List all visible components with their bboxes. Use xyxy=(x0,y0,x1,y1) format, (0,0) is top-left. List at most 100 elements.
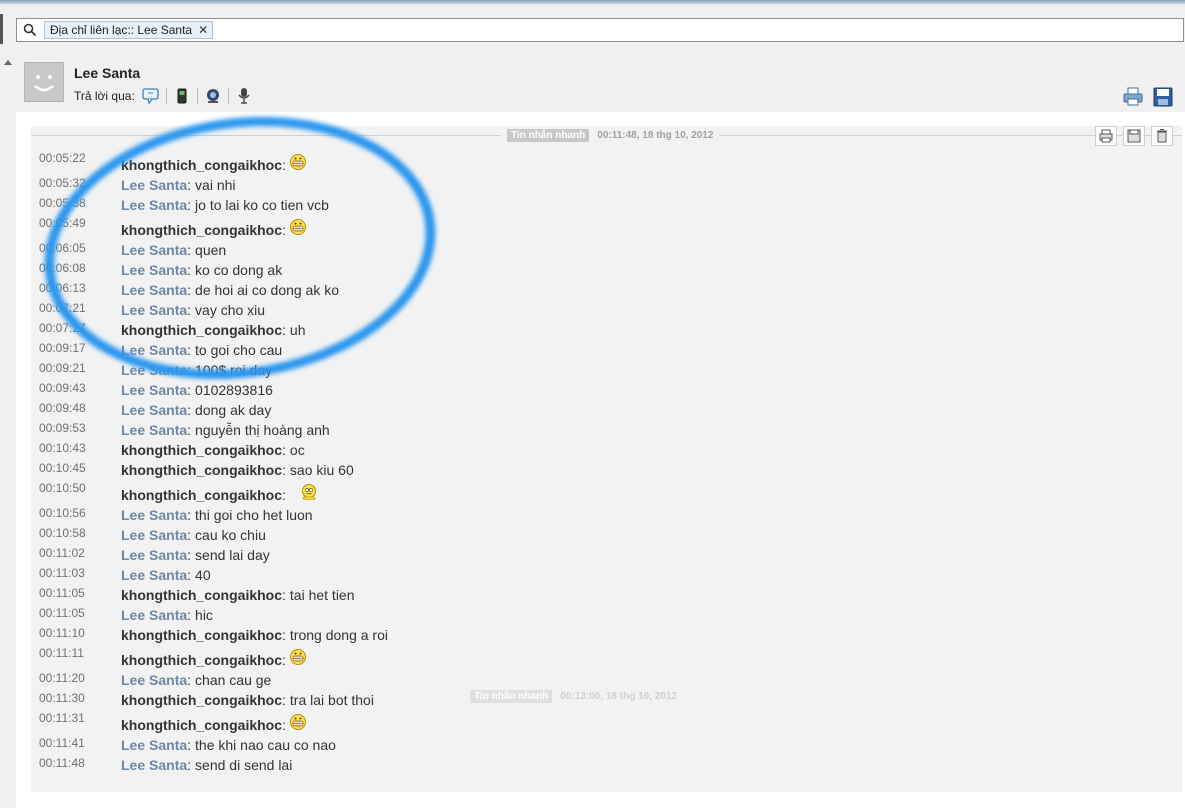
message-sender: Lee Santa xyxy=(121,527,188,543)
session-delete-button[interactable] xyxy=(1151,126,1173,146)
save-icon[interactable] xyxy=(1152,86,1174,108)
message-text: 40 xyxy=(195,567,211,583)
session-print-button[interactable] xyxy=(1095,126,1117,146)
message-sender: khongthich_congaikhoc xyxy=(121,587,283,603)
message-timestamp: 00:11:20 xyxy=(39,671,85,685)
webcam-icon[interactable] xyxy=(204,87,222,105)
message-body: khongthich_congaikhoc: sao kiu 60 xyxy=(121,462,354,478)
chat-message: 00:05:22 khongthich_congaikhoc: xyxy=(31,149,1131,174)
sender-separator: : xyxy=(187,362,192,378)
message-text: cau ko chiu xyxy=(195,527,266,543)
close-icon[interactable]: ✕ xyxy=(198,22,208,38)
sender-separator: : xyxy=(187,547,192,563)
chat-message: 00:11:48 Lee Santa: send di send lai xyxy=(31,754,1131,774)
sender-separator: : xyxy=(187,757,192,773)
session-save-button[interactable] xyxy=(1123,126,1145,146)
message-body: khongthich_congaikhoc: xyxy=(121,713,307,733)
message-body: Lee Santa: jo to lai ko co tien vcb xyxy=(121,197,329,213)
message-timestamp: 00:11:30 xyxy=(39,691,85,705)
microphone-icon[interactable] xyxy=(235,87,253,105)
message-body: Lee Santa: de hoi ai co dong ak ko xyxy=(121,282,339,298)
message-sender: khongthich_congaikhoc xyxy=(121,487,283,503)
chat-message: 00:10:50 khongthich_congaikhoc: xyxy=(31,479,1131,504)
message-sender: Lee Santa xyxy=(121,607,188,623)
message-body: Lee Santa: ko co dong ak xyxy=(121,262,282,278)
chat-message: 00:10:45 khongthich_congaikhoc: sao kiu 60 xyxy=(31,459,1131,479)
delete-icon xyxy=(1157,129,1167,143)
message-timestamp: 00:05:22 xyxy=(39,151,86,165)
scroll-up-arrow[interactable] xyxy=(4,60,12,65)
message-body: Lee Santa: 0102893816 xyxy=(121,382,273,398)
message-sender: Lee Santa xyxy=(121,242,188,258)
chat-message: 00:09:17 Lee Santa: to goi cho cau xyxy=(31,339,1131,359)
print-icon xyxy=(1099,129,1113,143)
message-body: Lee Santa: 40 xyxy=(121,567,211,583)
sender-separator: : xyxy=(187,382,192,398)
chat-message: 00:06:05 Lee Santa: quen xyxy=(31,239,1131,259)
message-text: tai het tien xyxy=(289,587,355,603)
print-icon[interactable] xyxy=(1122,86,1144,108)
message-text: thi goi cho het luon xyxy=(195,507,313,523)
message-body: Lee Santa: cau ko chiu xyxy=(121,527,266,543)
reply-options xyxy=(142,87,253,105)
chat-message: 00:10:58 Lee Santa: cau ko chiu xyxy=(31,524,1131,544)
sender-separator: : xyxy=(282,717,286,733)
mobile-phone-icon[interactable] xyxy=(173,87,191,105)
chat-message: 00:11:10 khongthich_congaikhoc: trong dong… xyxy=(31,624,1131,644)
chat-message: 00:09:53 Lee Santa: nguyễn thị hoàng anh xyxy=(31,419,1131,439)
message-body: Lee Santa: send lai day xyxy=(121,547,270,563)
session-type-tag: Tin nhắn nhanh xyxy=(470,690,553,703)
conversation-pane[interactable]: Tin nhắn nhanh 00:11:48, 18 thg 10, 2012 xyxy=(16,112,1185,808)
message-sender: Lee Santa xyxy=(121,197,188,213)
message-timestamp: 00:07:21 xyxy=(39,301,86,315)
message-sender: Lee Santa xyxy=(121,737,188,753)
session-header: Tin nhắn nhanh 00:11:48, 18 thg 10, 2012 xyxy=(501,128,720,144)
chat-message: 00:07:27 khongthich_congaikhoc: uh xyxy=(31,319,1131,339)
message-text: hic xyxy=(195,607,213,623)
sender-separator: : xyxy=(187,302,192,318)
chat-message: 00:11:05 khongthich_congaikhoc: tai het ti… xyxy=(31,584,1131,604)
message-sender: Lee Santa xyxy=(121,342,188,358)
sender-separator: : xyxy=(187,197,192,213)
message-text: 100$ roi day xyxy=(195,362,273,378)
message-sender: Lee Santa xyxy=(121,567,188,583)
next-session-header: Tin nhắn nhanh 00:13:00, 18 thg 10, 2012 xyxy=(470,690,677,703)
message-timestamp: 00:11:03 xyxy=(39,566,85,580)
message-timestamp: 00:10:50 xyxy=(39,481,86,495)
message-timestamp: 00:11:31 xyxy=(39,711,85,725)
search-icon[interactable] xyxy=(23,23,37,37)
sender-separator: : xyxy=(282,692,286,708)
sender-separator: : xyxy=(282,627,286,643)
message-timestamp: 00:06:13 xyxy=(39,281,86,295)
sender-separator: : xyxy=(187,607,192,623)
divider xyxy=(197,88,198,104)
message-sender: Lee Santa xyxy=(121,177,188,193)
message-text: nguyễn thị hoàng anh xyxy=(195,422,330,438)
chat-icon[interactable] xyxy=(142,87,160,105)
message-timestamp: 00:11:05 xyxy=(39,606,85,620)
message-sender: Lee Santa xyxy=(121,362,188,378)
chat-message: 00:10:56 Lee Santa: thi goi cho het luon xyxy=(31,504,1131,524)
message-body: Lee Santa: dong ak day xyxy=(121,402,271,418)
message-timestamp: 00:10:43 xyxy=(39,441,86,455)
message-body: Lee Santa: thi goi cho het luon xyxy=(121,507,313,523)
message-sender: Lee Santa xyxy=(121,302,188,318)
chat-message: 00:11:11 khongthich_congaikhoc: xyxy=(31,644,1131,669)
message-timestamp: 00:06:08 xyxy=(39,261,86,275)
reply-via-label: Trả lời qua: xyxy=(74,89,135,103)
message-timestamp: 00:10:56 xyxy=(39,506,86,520)
message-sender: khongthich_congaikhoc xyxy=(121,652,283,668)
session-timestamp: 00:11:48, 18 thg 10, 2012 xyxy=(597,130,714,141)
message-body: khongthich_congaikhoc: uh xyxy=(121,322,305,338)
message-timestamp: 00:06:05 xyxy=(39,241,86,255)
grin-emoticon-icon xyxy=(289,649,306,665)
message-text: to goi cho cau xyxy=(195,342,283,358)
message-sender: khongthich_congaikhoc xyxy=(121,627,283,643)
search-field[interactable]: Địa chỉ liên lạc:: Lee Santa ✕ xyxy=(16,18,1184,42)
contact-filter-chip[interactable]: Địa chỉ liên lạc:: Lee Santa ✕ xyxy=(44,21,214,39)
message-timestamp: 00:11:11 xyxy=(39,646,84,660)
sender-separator: : xyxy=(187,177,192,193)
message-sender: Lee Santa xyxy=(121,422,188,438)
sender-separator: : xyxy=(282,462,286,478)
session-type-tag: Tin nhắn nhanh xyxy=(507,129,590,142)
